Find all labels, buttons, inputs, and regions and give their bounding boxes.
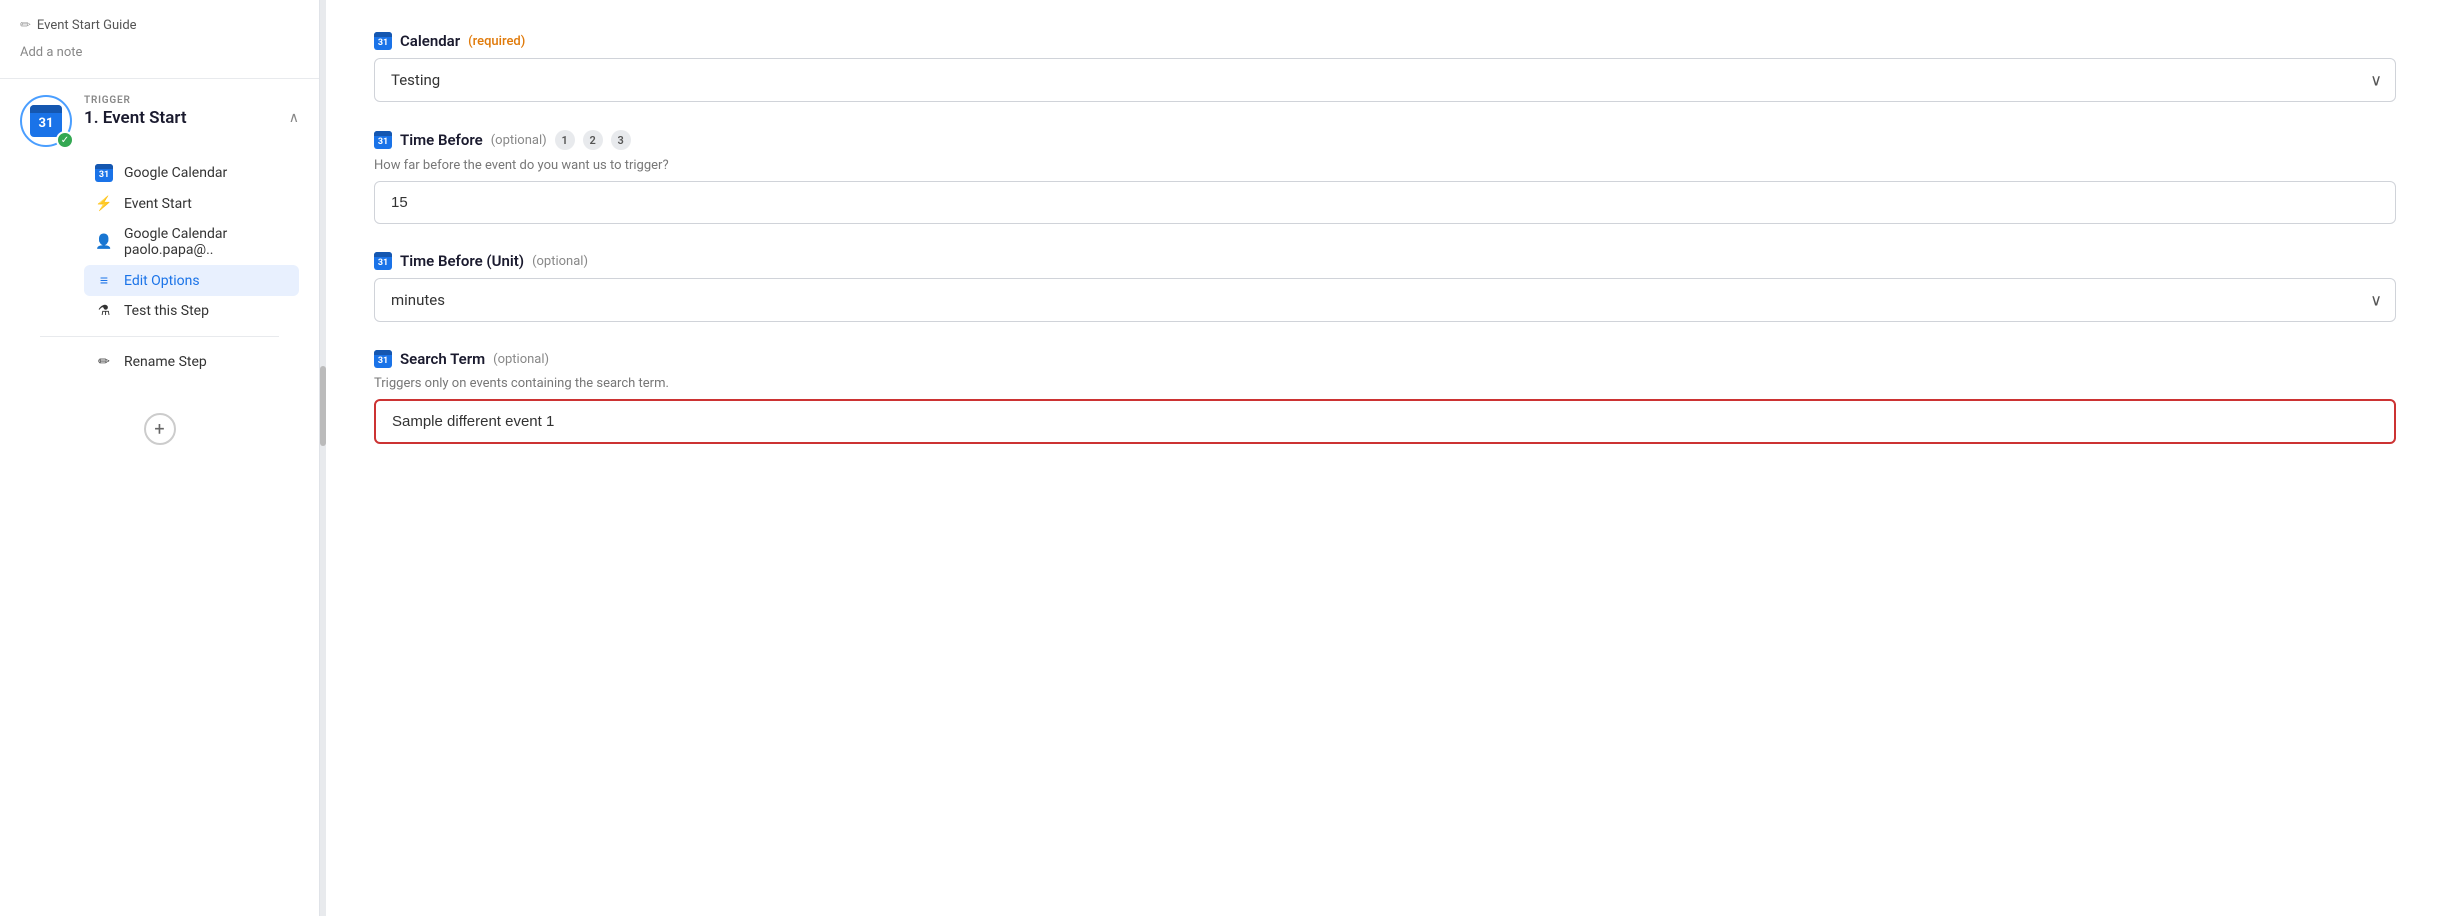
optional-badge-time-before-unit: (optional)	[532, 254, 588, 269]
calendar-select-wrapper: Testing ∨	[374, 58, 2396, 102]
sub-items-list: 31 Google Calendar ⚡ Event Start 👤 Googl…	[84, 157, 299, 326]
sidebar-item-edit-options[interactable]: ≡ Edit Options	[84, 265, 299, 296]
person-icon: 👤	[94, 234, 114, 250]
field-calendar: 31 Calendar (required) Testing ∨	[374, 32, 2396, 102]
add-note[interactable]: Add a note	[20, 41, 299, 70]
field-time-before: 31 Time Before (optional) 1 2 3 How far …	[374, 130, 2396, 224]
trigger-icon-wrapper: 31 ✓	[20, 95, 72, 147]
chevron-up-icon[interactable]: ∧	[289, 110, 299, 126]
field-label-row-time-before-unit: 31 Time Before (Unit) (optional)	[374, 252, 2396, 270]
sidebar-item-label: Test this Step	[124, 303, 209, 319]
sidebar-item-rename[interactable]: ✏ Rename Step	[84, 347, 299, 377]
add-step-button[interactable]: +	[144, 413, 176, 445]
sidebar-item-account[interactable]: 👤 Google Calendar paolo.papa@..	[84, 219, 299, 265]
sidebar-item-label: Edit Options	[124, 273, 200, 289]
flask-icon: ⚗	[94, 303, 114, 319]
small-cal-icon: 31	[94, 164, 114, 182]
calendar-select[interactable]: Testing	[374, 58, 2396, 102]
breadcrumb-text: Event Start Guide	[37, 18, 137, 33]
sidebar-header: ✏ Event Start Guide Add a note	[0, 0, 319, 79]
field-label-row-search-term: 31 Search Term (optional)	[374, 350, 2396, 368]
badge-3: 3	[611, 130, 631, 150]
sidebar-item-event-start[interactable]: ⚡ Event Start	[84, 189, 299, 219]
lines-icon: ≡	[94, 272, 114, 289]
rename-label: Rename Step	[124, 354, 207, 370]
cal-badge-calendar: 31	[374, 32, 392, 50]
optional-badge-time-before: (optional)	[491, 133, 547, 148]
field-hint-search-term: Triggers only on events containing the s…	[374, 376, 2396, 391]
bolt-icon: ⚡	[94, 196, 114, 212]
time-before-unit-select-wrapper: minutes ∨	[374, 278, 2396, 322]
main-content: 31 Calendar (required) Testing ∨ 31 Time…	[326, 0, 2444, 916]
field-label-time-before: Time Before	[400, 131, 483, 149]
trigger-title-row: 1. Event Start ∧	[84, 108, 299, 128]
field-hint-time-before: How far before the event do you want us …	[374, 158, 2396, 173]
badge-2: 2	[583, 130, 603, 150]
field-search-term: 31 Search Term (optional) Triggers only …	[374, 350, 2396, 444]
check-badge: ✓	[56, 131, 74, 149]
sidebar-item-google-calendar[interactable]: 31 Google Calendar	[84, 157, 299, 189]
trigger-title: 1. Event Start	[84, 108, 187, 128]
cal-badge-time-before-unit: 31	[374, 252, 392, 270]
sidebar-item-label: Google Calendar paolo.papa@..	[124, 226, 289, 258]
optional-badge-search-term: (optional)	[493, 352, 549, 367]
scroll-thumb	[320, 366, 326, 446]
trigger-block: 31 ✓ TRIGGER 1. Event Start ∧	[20, 95, 299, 147]
pencil-rename-icon: ✏	[94, 354, 114, 370]
sidebar-item-test-step[interactable]: ⚗ Test this Step	[84, 296, 299, 326]
field-label-search-term: Search Term	[400, 350, 485, 368]
required-badge-calendar: (required)	[468, 34, 525, 49]
pencil-icon: ✏	[20, 18, 31, 33]
cal-badge-time-before: 31	[374, 131, 392, 149]
scroll-divider	[320, 0, 326, 916]
trigger-info: TRIGGER 1. Event Start ∧	[84, 95, 299, 128]
field-label-row-time-before: 31 Time Before (optional) 1 2 3	[374, 130, 2396, 150]
sidebar-item-label: Event Start	[124, 196, 192, 212]
time-before-unit-select[interactable]: minutes	[374, 278, 2396, 322]
sidebar-item-label: Google Calendar	[124, 165, 227, 181]
sidebar: ✏ Event Start Guide Add a note 31 ✓ TRIG…	[0, 0, 320, 916]
trigger-label: TRIGGER	[84, 95, 299, 106]
trigger-section: 31 ✓ TRIGGER 1. Event Start ∧ 31	[0, 79, 319, 393]
field-label-calendar: Calendar	[400, 32, 460, 50]
field-time-before-unit: 31 Time Before (Unit) (optional) minutes…	[374, 252, 2396, 322]
field-label-row-calendar: 31 Calendar (required)	[374, 32, 2396, 50]
divider	[40, 336, 279, 337]
search-term-input[interactable]	[374, 399, 2396, 444]
cal-badge-search-term: 31	[374, 350, 392, 368]
breadcrumb: ✏ Event Start Guide	[20, 18, 299, 33]
badge-1: 1	[555, 130, 575, 150]
field-label-time-before-unit: Time Before (Unit)	[400, 252, 524, 270]
time-before-input[interactable]	[374, 181, 2396, 224]
calendar-icon: 31	[30, 105, 62, 137]
